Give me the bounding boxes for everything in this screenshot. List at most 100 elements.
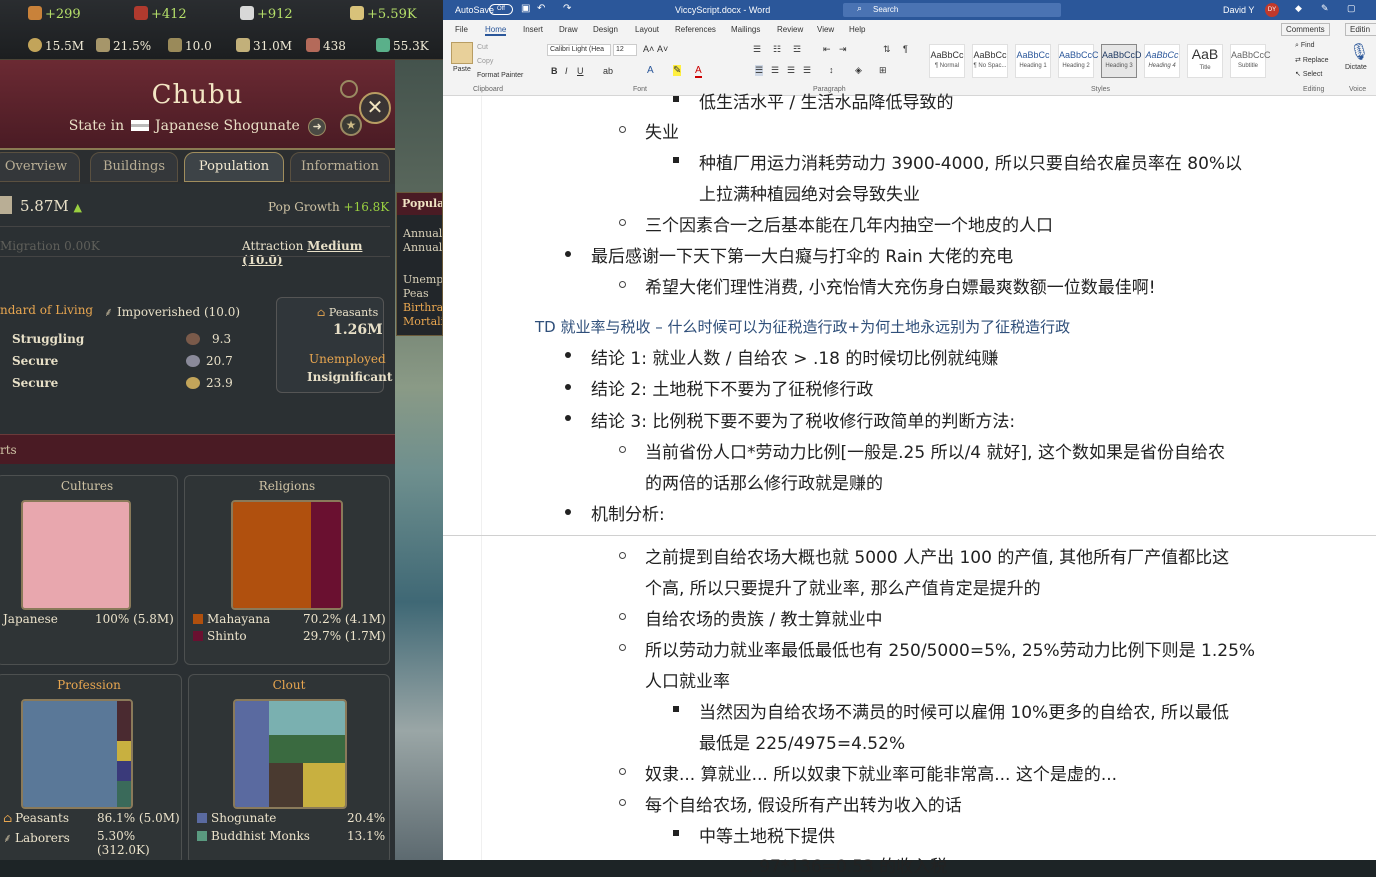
highlight-icon[interactable]: ✎ — [673, 65, 682, 76]
style-heading-4[interactable]: AaBbCc Heading 4 — [1144, 44, 1180, 78]
font-color-icon[interactable]: A — [695, 65, 702, 78]
pound-icon — [350, 6, 364, 20]
resource-1[interactable]: +299 — [28, 6, 81, 22]
show-marks-icon[interactable]: ¶ — [903, 44, 908, 54]
tab-population[interactable]: Population — [184, 152, 284, 182]
cut-button[interactable]: Cut — [477, 44, 488, 51]
resource-2[interactable]: +412 — [134, 6, 187, 22]
comments-button[interactable]: Comments — [1281, 23, 1330, 36]
underline-button[interactable]: U — [577, 66, 584, 76]
stat-sol[interactable]: 10.0 — [168, 38, 212, 53]
bold-button[interactable]: B — [551, 66, 558, 76]
goto-arrow-icon[interactable]: ➜ — [308, 118, 327, 136]
document-body[interactable]: 低生活水平 / 生活水品降低导致的 失业 种植厂用运力消耗劳动力 3900-40… — [443, 93, 1376, 877]
middle-strata-icon — [186, 355, 200, 367]
ribbon-tabs: File Home Insert Draw Design Layout Refe… — [443, 20, 1376, 38]
flag-icon — [130, 120, 149, 131]
align-left-icon[interactable]: ☰ — [755, 65, 764, 76]
font-size-select[interactable]: 12 — [613, 44, 637, 56]
style-no-spacing[interactable]: AaBbCc ¶ No Spac... — [972, 44, 1008, 78]
align-right-icon[interactable]: ☰ — [787, 65, 795, 76]
resource-3[interactable]: +912 — [240, 6, 293, 22]
bullets-icon[interactable]: ☰ — [753, 44, 761, 55]
style-heading-3[interactable]: AaBbCcD Heading 3 — [1101, 44, 1142, 78]
star-icon[interactable]: ★ — [340, 114, 362, 136]
increase-indent-icon[interactable]: ⇥ — [839, 44, 847, 55]
format-painter-button[interactable]: Format Painter — [477, 72, 523, 79]
tab-draw[interactable]: Draw — [559, 25, 578, 34]
word-window: AutoSave Off ▣ ↶ ↷ ViccyScript.docx - Wo… — [443, 0, 1376, 877]
shading-icon[interactable]: ◈ — [855, 65, 862, 76]
undo-icon[interactable]: ↶ — [537, 3, 545, 14]
tab-design[interactable]: Design — [593, 25, 618, 34]
borders-icon[interactable]: ⊞ — [879, 65, 887, 76]
decrease-indent-icon[interactable]: ⇤ — [823, 44, 831, 55]
country-link[interactable]: Japanese Shogunate — [155, 118, 300, 134]
editing-button[interactable]: Editin — [1345, 23, 1376, 36]
redo-icon[interactable]: ↷ — [563, 3, 571, 14]
stat-gdp[interactable]: 15.5M — [28, 38, 84, 53]
resource-4[interactable]: +5.59K — [350, 6, 417, 22]
search-box[interactable]: ⌕ Search — [843, 3, 1061, 17]
autosave-toggle[interactable]: Off — [489, 4, 513, 15]
tab-insert[interactable]: Insert — [523, 25, 543, 34]
grow-font-icon[interactable]: A˄ — [643, 44, 654, 54]
replace-button[interactable]: ⇄ Replace — [1295, 56, 1329, 64]
select-button[interactable]: ↖ Select — [1295, 70, 1322, 78]
tab-home[interactable]: Home — [485, 25, 507, 36]
numbering-icon[interactable]: ☷ — [773, 44, 781, 55]
style-normal[interactable]: AaBbCc ¶ Normal — [929, 44, 965, 78]
font-name-select[interactable]: Calibri Light (Hea — [547, 44, 611, 56]
copy-button[interactable]: Copy — [477, 58, 493, 65]
strata-1-value: 9.3 — [212, 332, 232, 346]
multilevel-list-icon[interactable]: ☲ — [793, 44, 801, 55]
shrink-font-icon[interactable]: A˅ — [657, 44, 668, 54]
tab-file[interactable]: File — [455, 25, 468, 34]
employment-box[interactable]: ⌂ Peasants 1.26M Unemployed Insignifican… — [276, 297, 392, 393]
style-title[interactable]: AaB Title — [1187, 44, 1223, 78]
stat-population[interactable]: 31.0M — [236, 38, 292, 53]
tab-view[interactable]: View — [817, 25, 834, 34]
line-spacing-icon[interactable]: ↕ — [829, 65, 834, 75]
avatar[interactable]: DY — [1265, 3, 1279, 17]
pen-icon[interactable]: ✎ — [1321, 3, 1329, 14]
peasants-value: 1.26M — [333, 322, 383, 338]
cultures-card[interactable]: Cultures Japanese 100% (5.8M) — [0, 475, 178, 665]
diamond-icon[interactable]: ◆ — [1295, 3, 1302, 14]
style-heading-1[interactable]: AaBbCc Heading 1 — [1015, 44, 1051, 78]
stat-army[interactable]: 438 — [306, 38, 346, 53]
state-panel: Chubu State in Japanese Shogunate ➜ ✕ ★ … — [0, 60, 395, 860]
tab-mailings[interactable]: Mailings — [731, 25, 760, 34]
religions-card[interactable]: Religions Mahayana 70.2% (4.1M) Shinto 2… — [184, 475, 390, 665]
paste-button[interactable]: Paste — [453, 66, 471, 73]
tab-buildings[interactable]: Buildings — [90, 152, 178, 182]
clout-card[interactable]: Clout Shogunate 20.4% Buddhist Monks 13.… — [188, 674, 390, 860]
paste-icon[interactable] — [451, 42, 473, 64]
justify-icon[interactable]: ☰ — [803, 65, 811, 76]
tab-help[interactable]: Help — [849, 25, 865, 34]
style-heading-2[interactable]: AaBbCcC Heading 2 — [1058, 44, 1099, 78]
search-icon[interactable] — [340, 80, 358, 98]
stat-legitimacy[interactable]: 55.3K — [376, 38, 429, 53]
strikethrough-button[interactable]: ab — [603, 66, 613, 76]
text-effects-icon[interactable]: A — [647, 65, 654, 76]
dictate-button[interactable]: Dictate — [1345, 64, 1367, 71]
microphone-icon[interactable]: 🎙 — [1349, 42, 1369, 62]
find-button[interactable]: ⌕ Find — [1295, 42, 1315, 50]
stat-literacy[interactable]: 21.5% — [96, 38, 151, 53]
sort-icon[interactable]: ⇅ — [883, 44, 891, 55]
tab-overview[interactable]: Overview — [0, 152, 80, 182]
style-subtitle[interactable]: AaBbCcC Subtitle — [1230, 44, 1271, 78]
tab-information[interactable]: Information — [290, 152, 390, 182]
save-icon[interactable]: ▣ — [521, 3, 530, 14]
attraction[interactable]: Attraction Medium (10.0) — [242, 239, 395, 267]
tab-references[interactable]: References — [675, 25, 716, 34]
tab-review[interactable]: Review — [777, 25, 803, 34]
profession-treemap — [21, 699, 133, 809]
align-center-icon[interactable]: ☰ — [771, 65, 779, 76]
restore-icon[interactable]: ▢ — [1347, 3, 1356, 14]
profession-card[interactable]: Profession ⌂ Peasants 86.1% (5.0M) ⸙ Labor… — [0, 674, 182, 860]
close-button[interactable]: ✕ — [359, 92, 391, 124]
tab-layout[interactable]: Layout — [635, 25, 659, 34]
italic-button[interactable]: I — [565, 66, 568, 76]
